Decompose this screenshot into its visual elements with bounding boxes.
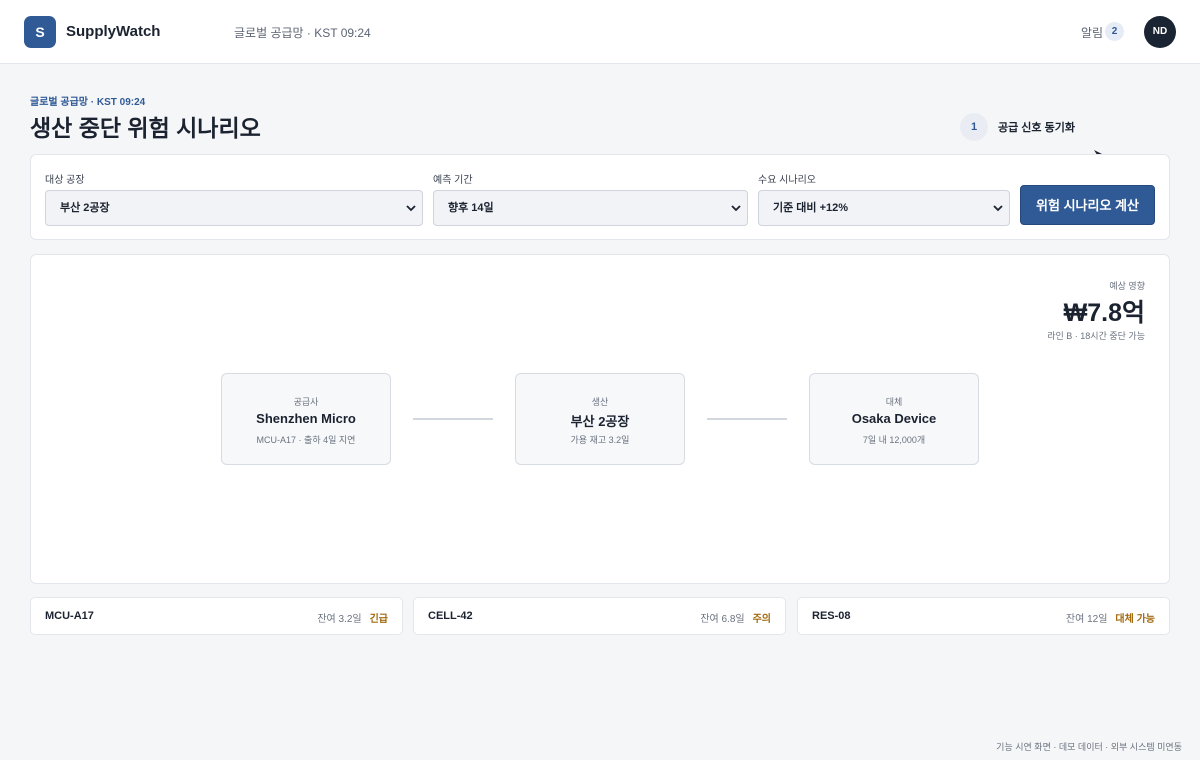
material-code: CELL-42 [428,610,473,622]
node-category: 생산 [591,397,609,407]
material-meta: 잔여 3.2일 긴급 [317,610,388,625]
plant-select[interactable]: 부산 2공장 [45,190,423,226]
material-remaining: 잔여 12일 [1065,614,1108,625]
material-remaining: 잔여 6.8일 [700,614,745,625]
footer-note: 기능 시연 화면 · 데모 데이터 · 외부 시스템 미연동 [996,742,1182,752]
chevron-down-icon [406,205,416,212]
alerts-link[interactable]: 알림 [1081,24,1103,41]
node-name: 부산 2공장 [570,414,630,429]
alerts-count-badge[interactable]: 2 [1105,22,1124,41]
step-number-badge: 1 [960,113,988,141]
scenario-filter-panel: 대상 공장 부산 2공장 예측 기간 향후 14일 수요 시나리오 기준 대비 … [30,154,1170,240]
demand-field-label: 수요 시나리오 [758,175,816,186]
material-status: 대체 가능 [1115,614,1155,625]
node-category: 공급사 [293,397,319,407]
material-meta: 잔여 12일 대체 가능 [1066,610,1155,625]
material-meta: 잔여 6.8일 주의 [700,610,771,625]
demand-select[interactable]: 기준 대비 +12% [758,190,1010,226]
impact-value: ₩7.8억 [1063,299,1145,327]
material-card[interactable]: RES-08 잔여 12일 대체 가능 [797,597,1170,635]
calculate-scenario-button[interactable]: 위험 시나리오 계산 [1020,185,1155,225]
node-detail: MCU-A17 · 출하 4일 지연 [256,435,356,445]
supply-flow-panel: 예상 영향 ₩7.8억 라인 B · 18시간 중단 가능 공급사 Shenzh… [30,254,1170,584]
material-code: RES-08 [812,610,851,622]
period-select-value: 향후 14일 [448,202,494,214]
flow-connector [707,418,787,420]
header-context: 글로벌 공급망 · KST 09:24 [234,26,371,40]
node-detail: 가용 재고 3.2일 [570,435,630,445]
impact-note: 라인 B · 18시간 중단 가능 [1047,331,1145,341]
brand-name[interactable]: SupplyWatch [66,23,160,40]
material-card[interactable]: CELL-42 잔여 6.8일 주의 [413,597,786,635]
supplier-node[interactable]: 공급사 Shenzhen Micro MCU-A17 · 출하 4일 지연 [221,373,391,465]
material-status: 주의 [752,614,771,625]
material-remaining: 잔여 3.2일 [317,614,362,625]
chevron-down-icon [731,205,741,212]
page-eyebrow: 글로벌 공급망 · KST 09:24 [30,97,146,108]
material-status: 긴급 [369,614,388,625]
page-title: 생산 중단 위험 시나리오 [30,115,261,141]
period-field-label: 예측 기간 [433,175,473,186]
period-select[interactable]: 향후 14일 [433,190,748,226]
step-label: 공급 신호 동기화 [998,122,1075,134]
demand-select-value: 기준 대비 +12% [773,202,849,214]
user-avatar[interactable]: ND [1144,16,1176,48]
flow-connector [413,418,493,420]
production-node[interactable]: 생산 부산 2공장 가용 재고 3.2일 [515,373,685,465]
node-name: Osaka Device [851,411,937,426]
impact-label: 예상 영향 [1109,281,1145,291]
app-logo[interactable]: S [24,16,56,48]
material-card[interactable]: MCU-A17 잔여 3.2일 긴급 [30,597,403,635]
chevron-down-icon [993,205,1003,212]
plant-field-label: 대상 공장 [45,175,85,186]
plant-select-value: 부산 2공장 [60,202,110,214]
node-category: 대체 [885,397,903,407]
material-code: MCU-A17 [45,610,94,622]
node-name: Shenzhen Micro [256,411,356,426]
node-detail: 7일 내 12,000개 [862,435,926,445]
top-bar: S SupplyWatch 글로벌 공급망 · KST 09:24 알림 2 N… [0,0,1200,64]
alternative-node[interactable]: 대체 Osaka Device 7일 내 12,000개 [809,373,979,465]
